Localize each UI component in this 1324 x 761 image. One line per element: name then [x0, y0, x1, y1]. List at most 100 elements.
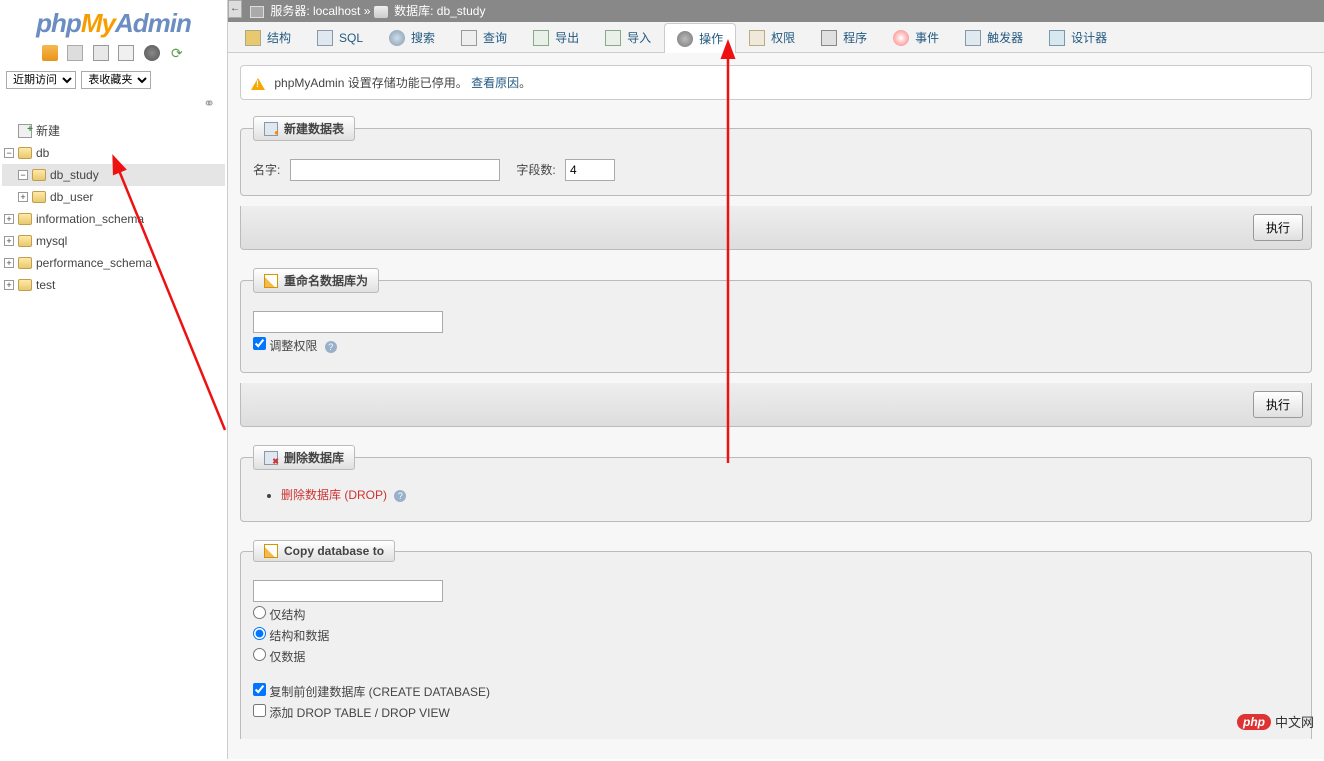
tree-db-item[interactable]: + performance_schema	[2, 252, 225, 274]
delete-db-icon	[264, 451, 278, 465]
breadcrumb-db[interactable]: db_study	[437, 4, 486, 18]
copy-legend: Copy database to	[253, 540, 395, 562]
tab-events[interactable]: 事件	[880, 22, 952, 52]
expand-icon[interactable]: +	[4, 280, 14, 290]
expand-icon[interactable]: +	[4, 236, 14, 246]
docs-icon[interactable]	[118, 45, 134, 61]
copy-db-input[interactable]	[253, 580, 443, 602]
search-icon	[389, 30, 405, 46]
drop-db-fieldset: 删除数据库 删除数据库 (DROP) ?	[240, 445, 1312, 522]
tab-routines[interactable]: 程序	[808, 22, 880, 52]
database-icon	[32, 169, 46, 181]
collapse-icon[interactable]: −	[18, 170, 28, 180]
tab-privileges[interactable]: 权限	[736, 22, 808, 52]
import-icon	[605, 30, 621, 46]
content: phpMyAdmin 设置存储功能已停用。 查看原因。 新建数据表 名字: 字段…	[228, 53, 1324, 761]
db-tree: 新建 − db − db_study + db_user + informati…	[0, 116, 227, 300]
tree-db-item[interactable]: + db_user	[2, 186, 225, 208]
rename-db-fieldset: 重命名数据库为 调整权限 ?	[240, 268, 1312, 373]
rename-submit[interactable]: 执行	[1253, 391, 1303, 418]
name-label: 名字:	[253, 163, 280, 177]
structure-icon	[245, 30, 261, 46]
tree-db-item[interactable]: − db_study	[2, 164, 225, 186]
reload-icon[interactable]: ⟳	[169, 45, 185, 61]
table-name-input[interactable]	[290, 159, 500, 181]
expand-icon[interactable]: +	[4, 214, 14, 224]
tab-bar: 结构 SQL 搜索 查询 导出 导入 操作 权限 程序 事件 触发器 设计器	[228, 22, 1324, 53]
create-before-copy-checkbox[interactable]	[253, 683, 266, 696]
database-icon	[374, 6, 388, 18]
rename-actions: 执行	[240, 383, 1312, 427]
warning-icon	[251, 78, 265, 90]
config-notice: phpMyAdmin 设置存储功能已停用。 查看原因。	[240, 65, 1312, 100]
add-drop-checkbox[interactable]	[253, 704, 266, 717]
copy-data-only-radio[interactable]	[253, 648, 266, 661]
database-icon	[18, 147, 32, 159]
sql-icon	[317, 30, 333, 46]
new-table-icon	[264, 122, 278, 136]
privileges-icon	[749, 30, 765, 46]
tree-new[interactable]: 新建	[2, 120, 225, 142]
database-icon	[18, 257, 32, 269]
breadcrumb: 服务器: localhost » 数据库: db_study	[228, 0, 1324, 22]
tab-structure[interactable]: 结构	[232, 22, 304, 52]
sidebar-toolbar: ⟳	[0, 43, 227, 67]
home-icon[interactable]	[42, 45, 58, 61]
rename-db-input[interactable]	[253, 311, 443, 333]
pencil-icon	[264, 274, 278, 288]
expand-icon[interactable]: +	[4, 258, 14, 268]
columns-count-input[interactable]	[565, 159, 615, 181]
collapse-icon[interactable]: −	[4, 148, 14, 158]
tree-db-item[interactable]: + test	[2, 274, 225, 296]
wrench-icon	[677, 31, 693, 47]
routines-icon	[821, 30, 837, 46]
help-icon[interactable]: ?	[325, 341, 337, 353]
new-db-icon	[18, 124, 32, 138]
create-table-fieldset: 新建数据表 名字: 字段数:	[240, 116, 1312, 196]
logout-icon[interactable]	[67, 45, 83, 61]
main: ← 服务器: localhost » 数据库: db_study 结构 SQL …	[228, 0, 1324, 759]
database-icon	[32, 191, 46, 203]
clock-icon	[893, 30, 909, 46]
adjust-privileges-label: 调整权限	[269, 339, 317, 353]
database-icon	[18, 279, 32, 291]
tab-search[interactable]: 搜索	[376, 22, 448, 52]
rename-legend: 重命名数据库为	[253, 268, 379, 293]
copy-structure-data-radio[interactable]	[253, 627, 266, 640]
tab-triggers[interactable]: 触发器	[952, 22, 1036, 52]
tab-query[interactable]: 查询	[448, 22, 520, 52]
drop-db-link[interactable]: 删除数据库 (DROP)	[281, 488, 387, 502]
copy-structure-only-radio[interactable]	[253, 606, 266, 619]
tab-designer[interactable]: 设计器	[1036, 22, 1120, 52]
tab-operations[interactable]: 操作	[664, 23, 736, 53]
help-icon[interactable]: ?	[394, 490, 406, 502]
server-icon	[250, 6, 264, 18]
collapse-sidebar-button[interactable]: ←	[228, 0, 242, 18]
export-icon	[533, 30, 549, 46]
link-icon[interactable]: ⚭	[0, 95, 227, 116]
sidebar: phpMyAdmin ⟳ 近期访问 表收藏夹 ⚭ 新建 − db − db_st…	[0, 0, 228, 759]
tab-import[interactable]: 导入	[592, 22, 664, 52]
tree-db-item[interactable]: + information_schema	[2, 208, 225, 230]
expand-icon[interactable]: +	[18, 192, 28, 202]
tab-export[interactable]: 导出	[520, 22, 592, 52]
create-table-legend: 新建数据表	[253, 116, 355, 141]
favorites-select[interactable]: 表收藏夹	[81, 71, 151, 89]
notice-reason-link[interactable]: 查看原因	[471, 76, 519, 90]
settings-icon[interactable]	[144, 45, 160, 61]
pencil-icon	[264, 544, 278, 558]
tree-db-item[interactable]: + mysql	[2, 230, 225, 252]
tree-db-item[interactable]: − db	[2, 142, 225, 164]
recent-favorite-selects: 近期访问 表收藏夹	[0, 67, 227, 95]
copy-db-fieldset: Copy database to 仅结构 结构和数据 仅数据 复制前创建数据库 …	[240, 540, 1312, 739]
sql-window-icon[interactable]	[93, 45, 109, 61]
create-table-submit[interactable]: 执行	[1253, 214, 1303, 241]
adjust-privileges-checkbox[interactable]	[253, 337, 266, 350]
drop-legend: 删除数据库	[253, 445, 355, 470]
triggers-icon	[965, 30, 981, 46]
cols-label: 字段数:	[516, 163, 555, 177]
recent-select[interactable]: 近期访问	[6, 71, 76, 89]
logo[interactable]: phpMyAdmin	[0, 0, 227, 43]
breadcrumb-server[interactable]: localhost	[313, 4, 360, 18]
tab-sql[interactable]: SQL	[304, 22, 376, 52]
